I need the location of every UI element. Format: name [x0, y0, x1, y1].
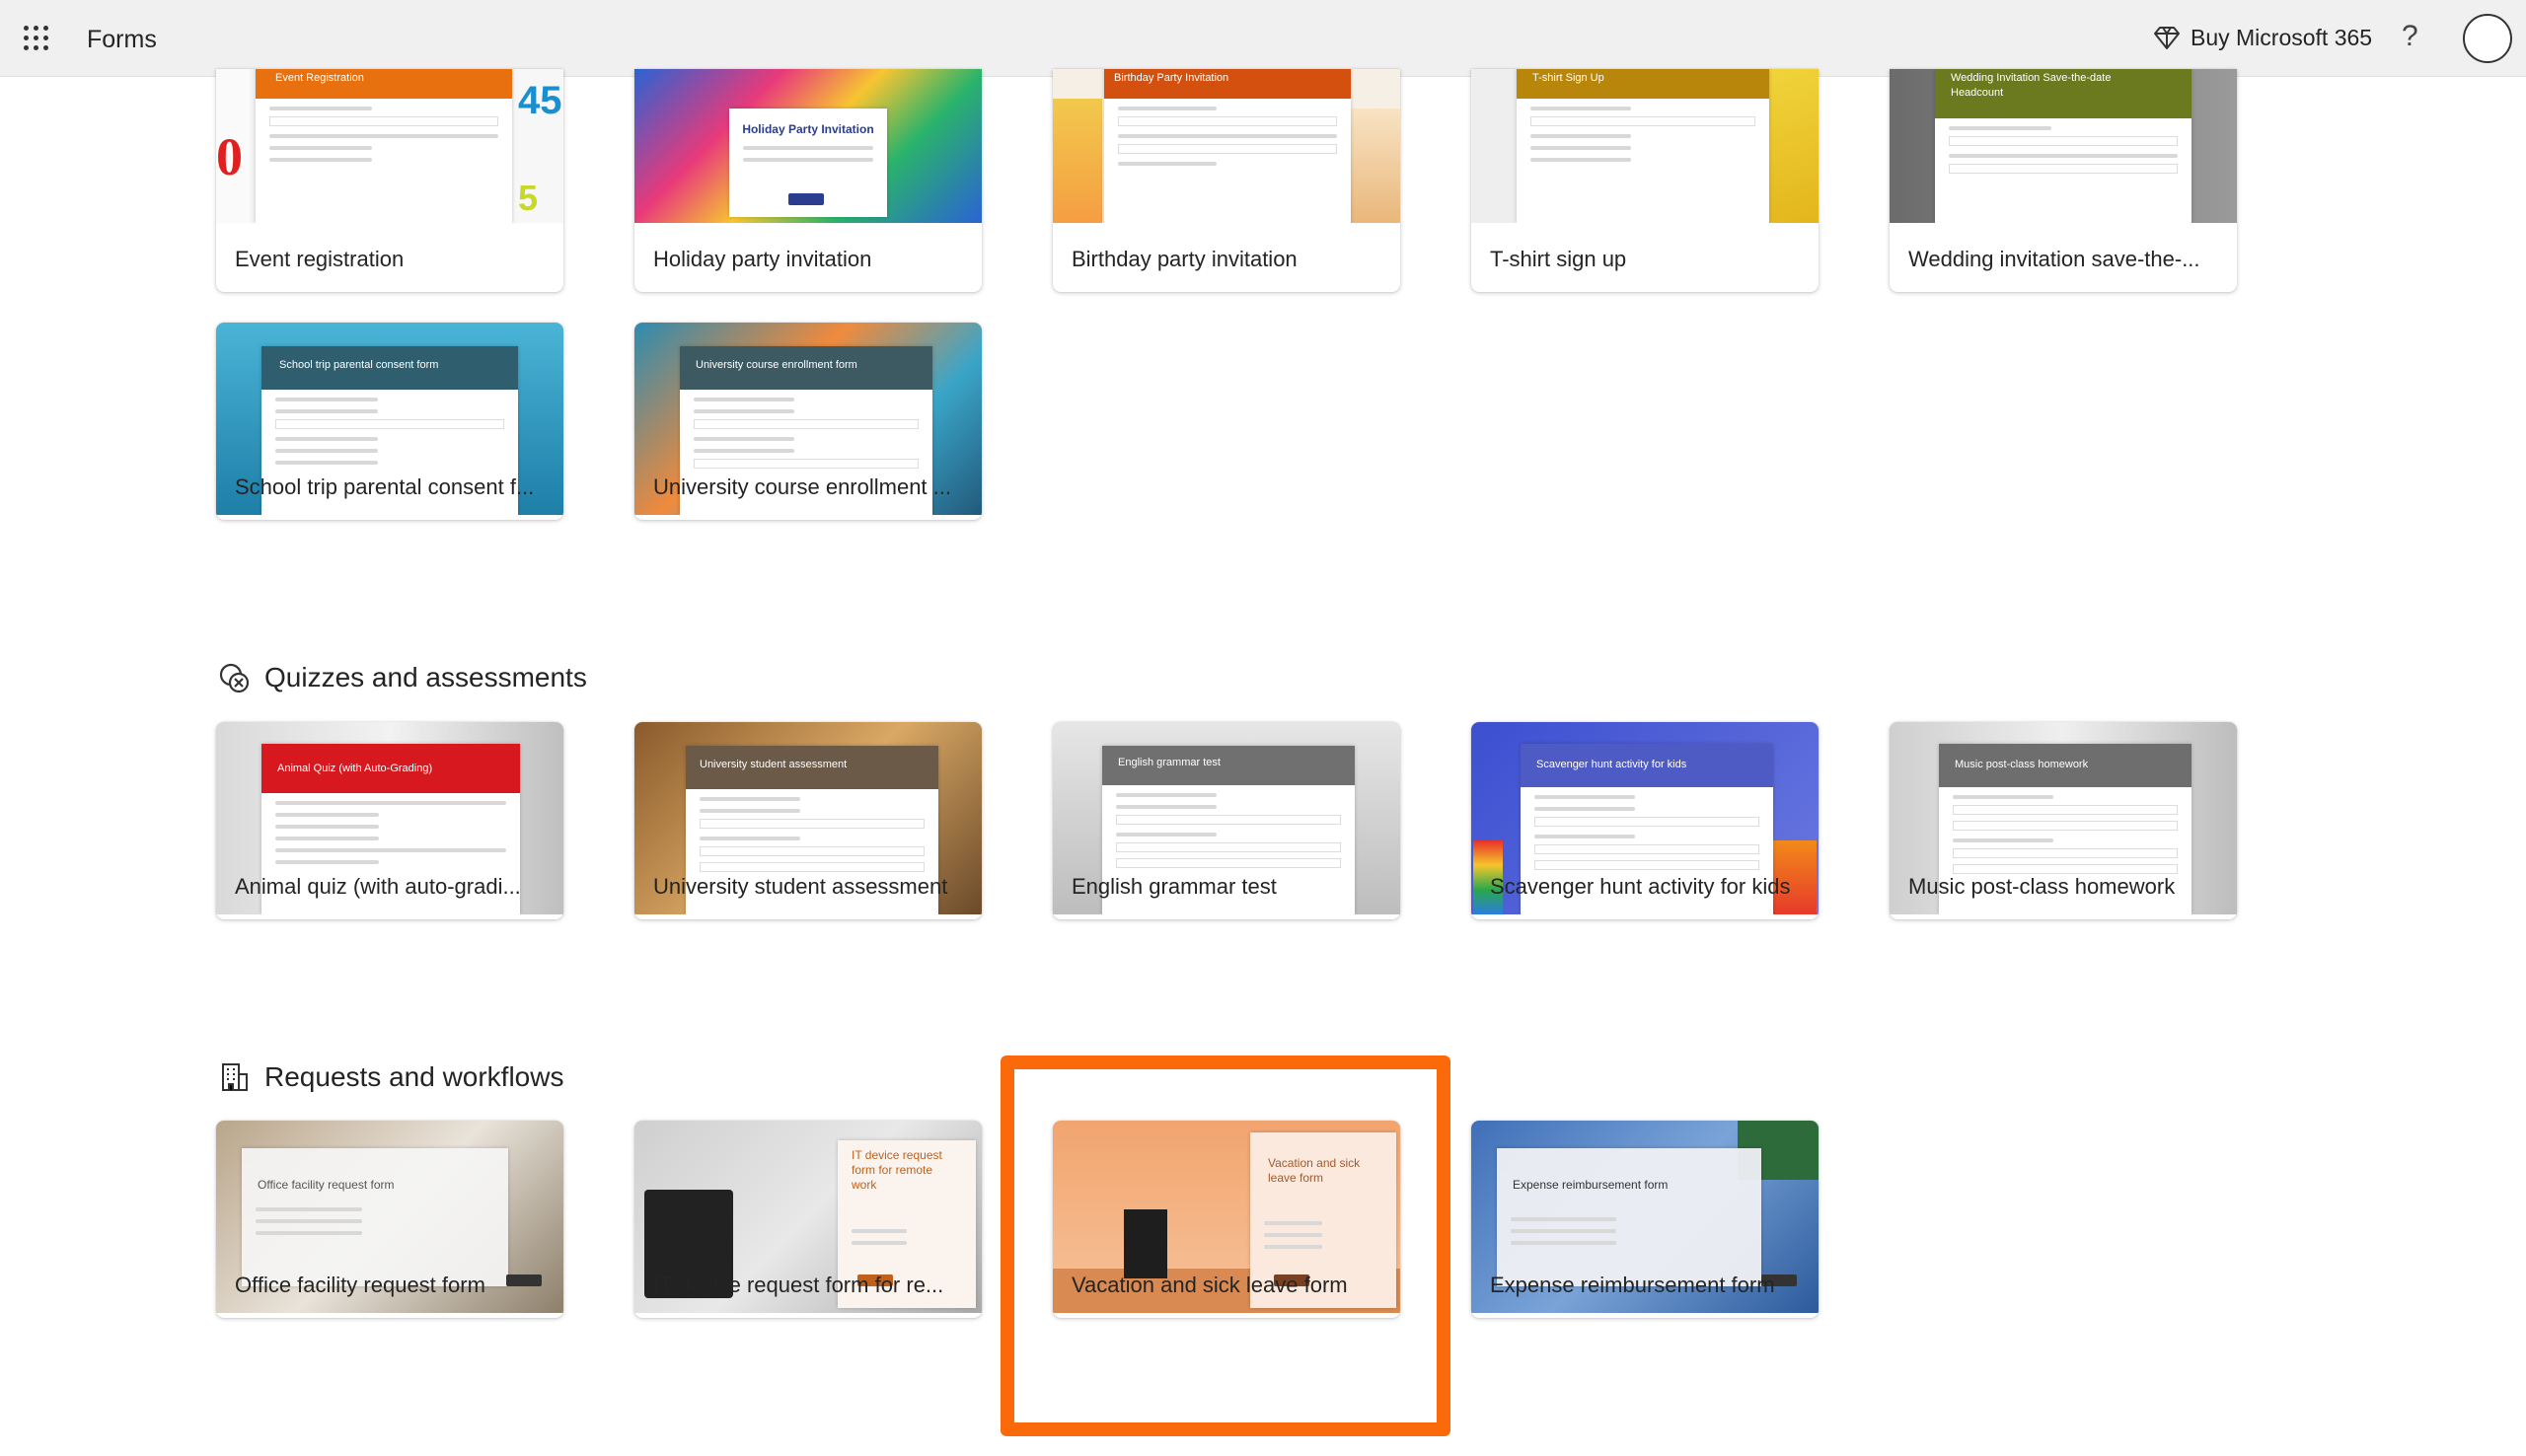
diamond-icon [2154, 27, 2180, 49]
template-card-expense[interactable]: Expense reimbursement form Expense reimb… [1471, 1121, 1819, 1318]
thumb-title: Office facility request form [258, 1178, 395, 1192]
template-card-university-course[interactable]: University course enrollment form Univer… [634, 323, 982, 520]
card-label: Vacation and sick leave form [1072, 1273, 1348, 1297]
card-label: University course enrollment ... [653, 474, 951, 499]
card-label: Music post-class homework [1908, 874, 2176, 899]
thumb-title: Wedding Invitation Save-the-date Headcou… [1951, 72, 2112, 99]
buy-label: Buy Microsoft 365 [2191, 24, 2373, 50]
template-card-wedding[interactable]: Wedding Invitation Save-the-date Headcou… [1890, 69, 2237, 292]
card-label: T-shirt sign up [1490, 247, 1627, 271]
thumb-title: Animal Quiz (with Auto-Grading) [277, 763, 433, 774]
template-card-animal-quiz[interactable]: Animal Quiz (with Auto-Grading) Animal q… [216, 722, 563, 919]
template-card-tshirt[interactable]: T-shirt Sign Up T-shirt sign up [1471, 69, 1819, 292]
thumb-title: IT device request form for remote work [852, 1148, 942, 1192]
avatar[interactable] [2463, 14, 2512, 63]
card-label: IT device request form for re... [653, 1273, 944, 1297]
app-title[interactable]: Forms [87, 26, 157, 54]
top-bar: Forms Buy Microsoft 365 ? [0, 0, 2526, 77]
template-thumbnail: Wedding Invitation Save-the-date Headcou… [1890, 69, 2237, 223]
template-card-office-facility[interactable]: Office facility request form Office faci… [216, 1121, 563, 1318]
thumb-title: Vacation and sick leave form [1268, 1156, 1361, 1185]
card-label: Wedding invitation save-the-... [1908, 247, 2200, 271]
buy-microsoft-365-button[interactable]: Buy Microsoft 365 [2153, 24, 2372, 51]
template-thumbnail: 0 45 5 Event Registration [216, 69, 563, 223]
template-thumbnail: Birthday Party Invitation [1053, 69, 1400, 223]
thumb-title: University course enrollment form [696, 359, 857, 371]
card-label: Birthday party invitation [1072, 247, 1298, 271]
section-title-quizzes: Quizzes and assessments [217, 661, 587, 694]
template-card-english-grammar[interactable]: English grammar test English grammar tes… [1053, 722, 1400, 919]
thumb-title: Music post-class homework [1955, 759, 2089, 770]
card-label: Event registration [235, 247, 405, 271]
template-card-music[interactable]: Music post-class homework Music post-cla… [1890, 722, 2237, 919]
card-label: Scavenger hunt activity for kids [1490, 874, 1791, 899]
template-card-vacation[interactable]: Vacation and sick leave form Vacation an… [1053, 1121, 1400, 1318]
section-title-requests: Requests and workflows [217, 1060, 563, 1094]
building-icon [222, 1063, 248, 1091]
app-launcher-icon[interactable] [24, 26, 49, 51]
thumb-title: Scavenger hunt activity for kids [1536, 759, 1687, 770]
thumb-title: Holiday Party Invitation [742, 122, 874, 136]
help-icon[interactable]: ? [2402, 20, 2418, 53]
thumb-title: School trip parental consent form [279, 359, 439, 371]
section-title-text: Requests and workflows [264, 1061, 564, 1092]
card-label: School trip parental consent f... [235, 474, 535, 499]
thumb-title: Event Registration [275, 72, 364, 84]
card-label: Office facility request form [235, 1273, 485, 1297]
card-label: University student assessment [653, 874, 948, 899]
template-card-it-device[interactable]: IT device request form for remote work I… [634, 1121, 982, 1318]
card-label: Holiday party invitation [653, 247, 872, 271]
template-thumbnail: Holiday Party Invitation [634, 69, 982, 223]
template-card-holiday-party[interactable]: Holiday Party Invitation Holiday party i… [634, 69, 982, 292]
template-card-scavenger[interactable]: Scavenger hunt activity for kids Scaveng… [1471, 722, 1819, 919]
card-label: English grammar test [1072, 874, 1277, 899]
thumb-title: Birthday Party Invitation [1114, 72, 1229, 84]
quiz-icon [219, 663, 250, 693]
template-card-event-registration[interactable]: 0 45 5 Event Registration Event registra… [216, 69, 563, 292]
section-title-text: Quizzes and assessments [264, 662, 587, 692]
template-card-school-trip[interactable]: School trip parental consent form School… [216, 323, 563, 520]
thumb-title: English grammar test [1118, 757, 1221, 768]
card-label: Animal quiz (with auto-gradi... [235, 874, 521, 899]
thumb-title: University student assessment [700, 759, 848, 770]
card-label: Expense reimbursement form [1490, 1273, 1775, 1297]
thumb-title: Expense reimbursement form [1513, 1178, 1669, 1192]
thumb-title: T-shirt Sign Up [1532, 72, 1604, 84]
template-card-university-assessment[interactable]: University student assessment University… [634, 722, 982, 919]
template-thumbnail: T-shirt Sign Up [1471, 69, 1819, 223]
template-card-birthday-party[interactable]: Birthday Party Invitation Birthday party… [1053, 69, 1400, 292]
